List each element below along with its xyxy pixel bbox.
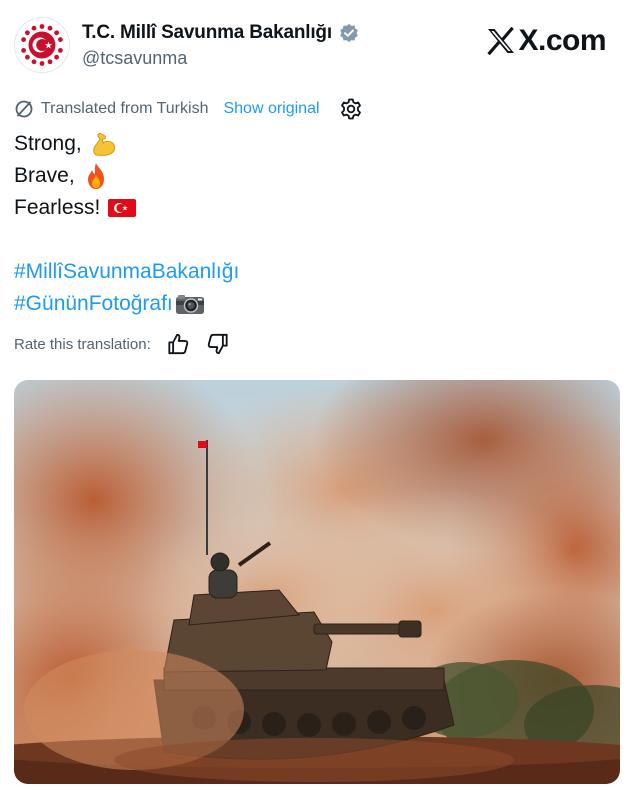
hashtag-link[interactable]: #GününFotoğrafı xyxy=(14,288,173,320)
gear-icon[interactable] xyxy=(339,97,363,121)
thumbs-up-icon[interactable] xyxy=(165,331,191,357)
display-name[interactable]: T.C. Millî Savunma Bakanlığı xyxy=(82,22,332,44)
show-original-link[interactable]: Show original xyxy=(223,100,319,118)
rate-translation-label: Rate this translation: xyxy=(14,335,151,353)
account-handle[interactable]: @tcsavunma xyxy=(82,48,187,69)
verified-badge-icon xyxy=(339,23,359,43)
tweet-line-text: Fearless! xyxy=(14,196,101,219)
brand: X.com xyxy=(486,24,606,58)
tweet-header: T.C. Millî Savunma Bakanlığı @tcsavunma … xyxy=(14,14,620,74)
hashtag-link[interactable]: #MillîSavunmaBakanlığı xyxy=(14,256,239,288)
tweet-line: Brave, xyxy=(14,160,239,192)
fire-emoji xyxy=(87,163,104,189)
flexed-biceps-emoji xyxy=(92,132,115,156)
x-logo-icon xyxy=(487,27,515,55)
tank-photo xyxy=(14,380,620,784)
translation-notice-text: Translated from Turkish xyxy=(41,100,209,117)
ministry-emblem-icon xyxy=(20,23,64,67)
avatar[interactable] xyxy=(14,17,70,73)
hashtag-line: #MillîSavunmaBakanlığı xyxy=(14,256,239,288)
tweet-media[interactable] xyxy=(14,380,620,784)
tweet-line-text: Strong, xyxy=(14,132,82,155)
name-row: T.C. Millî Savunma Bakanlığı xyxy=(82,22,359,44)
hashtag-line: #GününFotoğrafı xyxy=(14,288,239,320)
turkey-flag-emoji xyxy=(108,199,137,217)
brand-label: X.com xyxy=(518,24,606,57)
tweet-line: Fearless! xyxy=(14,192,239,224)
tweet-line-text: Brave, xyxy=(14,164,75,187)
tweet-text: Strong, Brave, Fearless! #MillîSavunmaBa… xyxy=(14,128,239,320)
camera-emoji xyxy=(175,295,204,314)
thumbs-down-icon[interactable] xyxy=(205,331,231,357)
translation-notice: Translated from Turkish Show original xyxy=(14,96,363,122)
rate-translation: Rate this translation: xyxy=(14,330,231,358)
translate-icon xyxy=(15,100,33,118)
tweet-line: Strong, xyxy=(14,128,239,160)
